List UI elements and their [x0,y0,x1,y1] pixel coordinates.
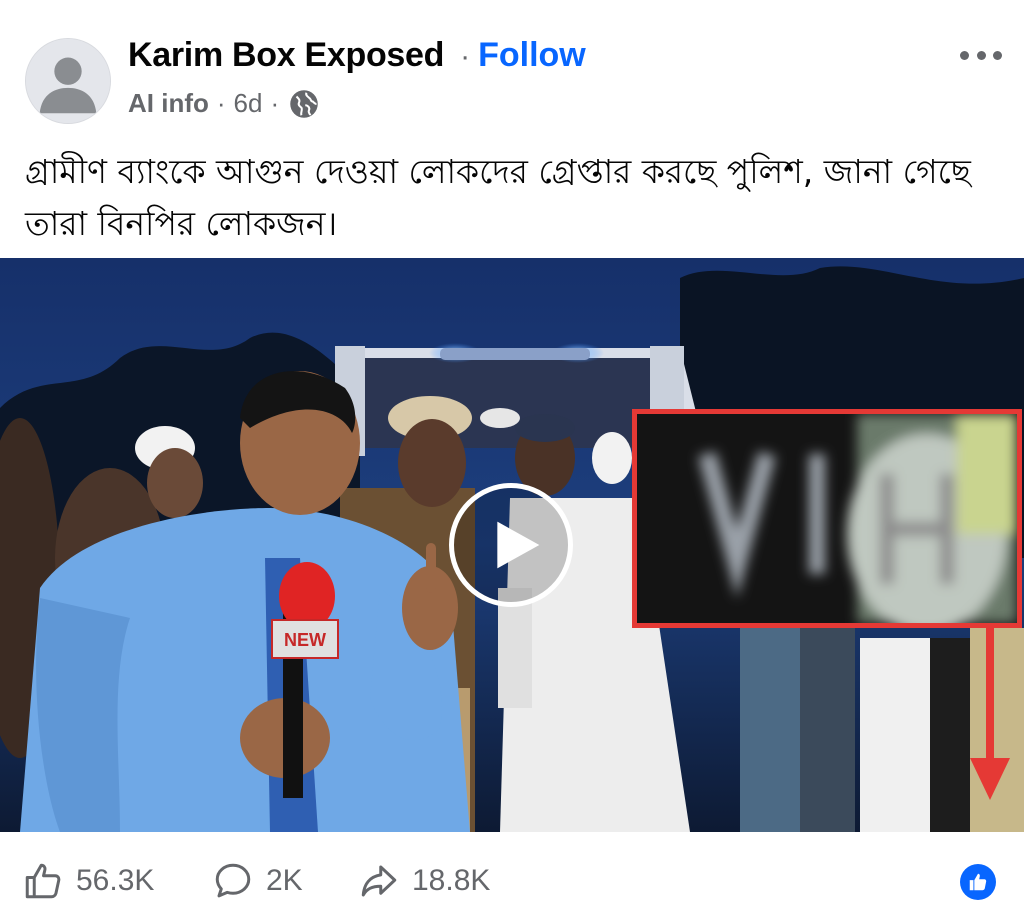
like-button[interactable]: 56.3K [22,860,154,902]
post-actions-bar: 56.3K 2K 18.8K [0,842,1024,924]
red-arrow-icon [970,628,1010,800]
comment-button[interactable]: 2K [212,860,303,902]
post-caption: গ্রামীণ ব্যাংকে আগুন দেওয়া লোকদের গ্রেপ… [25,152,971,243]
more-dots-icon[interactable] [960,42,1002,68]
blurred-watermark-zoom [637,414,1017,623]
globe-icon[interactable] [289,89,319,119]
ai-info-link[interactable]: AI info [128,88,209,119]
highlighted-region [632,409,1022,628]
more-dot [960,50,969,60]
more-dot [976,50,986,60]
like-count: 56.3K [76,864,155,897]
meta-separator: · [270,88,280,118]
post-header: Karim Box Exposed · Follow AI info · 6d … [0,0,1024,140]
follow-button[interactable]: Follow [478,36,586,75]
author-avatar[interactable] [25,38,111,124]
thumbs-up-icon [25,863,61,899]
meta-separator: · [216,88,226,118]
more-dot [993,50,1002,60]
play-triangle-icon [497,521,540,569]
comment-bubble-icon [215,863,251,898]
share-arrow-icon [361,865,397,897]
default-avatar-icon [26,39,110,123]
mic-flag-label: NEW [284,630,326,650]
play-icon[interactable] [449,483,573,607]
author-name[interactable]: Karim Box Exposed [128,36,444,75]
follow-separator: · [460,40,471,73]
share-button[interactable]: 18.8K [358,860,490,902]
author-line: Karim Box Exposed · Follow [128,36,586,75]
post-meta: AI info · 6d · [128,88,319,119]
post-time[interactable]: 6d [234,88,263,119]
share-count: 18.8K [412,864,491,897]
reaction-thumb-icon [969,873,987,891]
comment-count: 2K [266,864,303,897]
like-reaction-icon[interactable] [960,864,996,900]
